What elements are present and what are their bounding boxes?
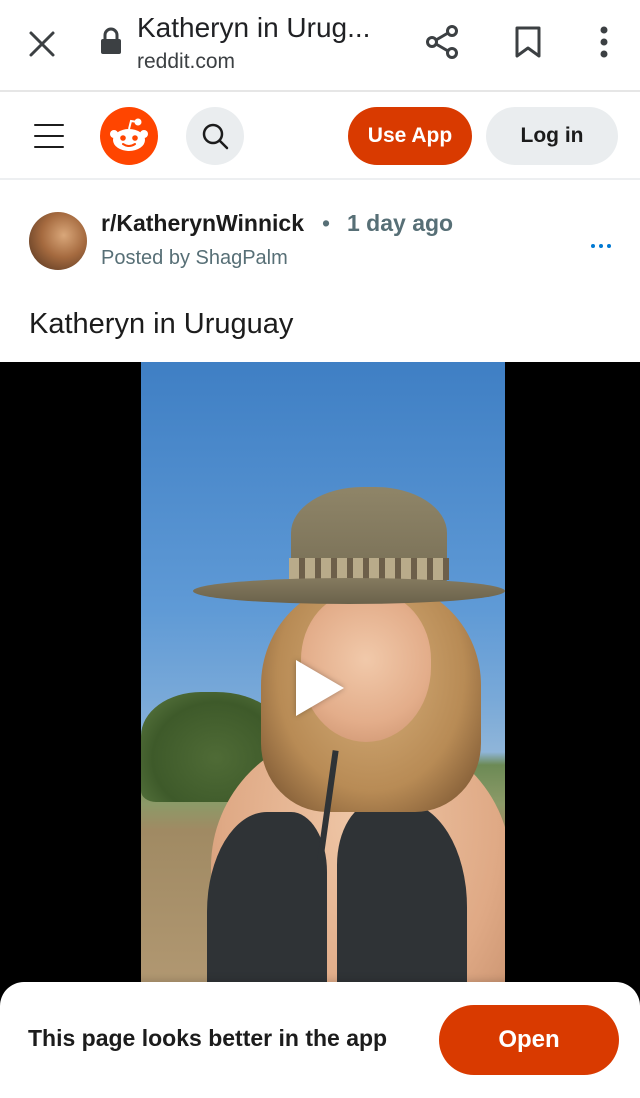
browser-toolbar: Katheryn in Urug... reddit.com [0,0,640,92]
post-timestamp: 1 day ago [347,210,454,236]
share-button[interactable] [420,20,464,64]
open-in-app-banner: This page looks better in the app Open [0,982,640,1098]
post-menu-button[interactable] [586,234,616,258]
banner-text: This page looks better in the app [28,1025,388,1051]
login-button[interactable]: Log in [486,107,618,165]
meta-separator: • [322,210,331,236]
use-app-button[interactable]: Use App [348,107,472,165]
post-author[interactable]: Posted by ShagPalm [101,247,288,270]
subreddit-link[interactable]: r/KatherynWinnick [101,210,304,237]
post-title: Katheryn in Uruguay [29,308,294,340]
more-vertical-icon [600,26,608,58]
page-title: Katheryn in Urug... [137,12,371,43]
close-tab-button[interactable] [22,24,62,64]
hamburger-icon[interactable] [34,121,64,151]
browser-menu-button[interactable] [584,20,624,64]
more-horizontal-icon [591,244,595,248]
reddit-logo-icon[interactable] [100,107,158,165]
site-header: Use App Log in [0,94,640,180]
bookmark-icon [515,26,541,58]
bookmark-button[interactable] [506,20,550,64]
open-app-button[interactable]: Open [439,1005,619,1075]
video-player[interactable] [0,362,640,1012]
search-icon [202,123,229,150]
url-text[interactable]: reddit.com [137,50,235,74]
lock-icon [101,27,121,54]
close-icon [29,31,55,57]
play-icon[interactable] [296,660,344,716]
search-button[interactable] [186,107,244,165]
share-icon [426,25,458,59]
subreddit-avatar[interactable] [29,212,87,270]
